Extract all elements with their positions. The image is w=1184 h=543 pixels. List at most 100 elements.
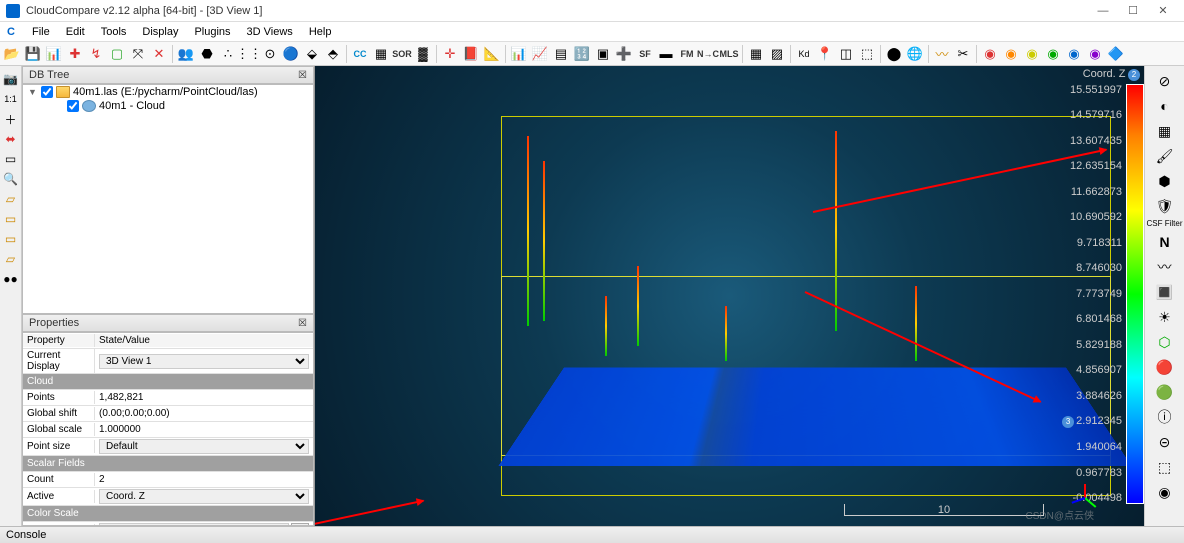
contrast-icon[interactable]: ◐ — [1154, 95, 1176, 117]
levels-icon[interactable]: 📊 — [44, 44, 64, 64]
sample-icon[interactable]: ⋮⋮ — [239, 44, 259, 64]
info-icon[interactable]: ⓘ — [1154, 406, 1176, 428]
menu-3dviews[interactable]: 3D Views — [239, 24, 301, 40]
iso1-icon[interactable]: ▭ — [2, 210, 20, 228]
3d-viewport[interactable]: Coord. Z 2 15.551997 14.579716 13.607435… — [315, 66, 1144, 526]
auto-icon[interactable]: ⬌ — [2, 130, 20, 148]
hex-icon[interactable]: ⬢ — [1154, 170, 1176, 192]
align-icon[interactable]: ⬙ — [302, 44, 322, 64]
primitive-icon[interactable]: ⬚ — [857, 44, 877, 64]
filter-icon[interactable]: ▓ — [413, 44, 433, 64]
multi-cube-icon[interactable]: 🔷 — [1106, 44, 1126, 64]
histogram-icon[interactable]: 📊 — [509, 44, 529, 64]
pick-icon[interactable]: ⊙ — [260, 44, 280, 64]
scissors-icon[interactable]: ✂ — [953, 44, 973, 64]
clone-icon[interactable]: 👥 — [176, 44, 196, 64]
menu-help[interactable]: Help — [301, 24, 340, 40]
sun-icon[interactable]: ☀ — [1154, 306, 1176, 328]
fm-tool[interactable]: FM — [677, 44, 697, 64]
classify-icon[interactable]: ▦ — [746, 44, 766, 64]
compass-n-icon[interactable]: N — [1154, 231, 1176, 253]
rgb-icon[interactable]: 🔴 — [1154, 356, 1176, 378]
record-icon[interactable]: ◉ — [1154, 481, 1176, 503]
save-icon[interactable]: 💾 — [23, 44, 43, 64]
point-size-select[interactable]: Default — [99, 439, 309, 454]
color-icon[interactable]: 🔵 — [281, 44, 301, 64]
brush-icon[interactable]: 🖌 — [1154, 145, 1176, 167]
center-icon[interactable]: ＋ — [2, 110, 20, 128]
shield-icon[interactable]: 🛡 — [1154, 195, 1176, 217]
tree-checkbox[interactable] — [41, 86, 53, 98]
iso3-icon[interactable]: ▱ — [2, 250, 20, 268]
ruler-icon[interactable]: 📐 — [482, 44, 502, 64]
mls-tool[interactable]: MLS — [719, 44, 739, 64]
globe-icon[interactable]: 🌐 — [905, 44, 925, 64]
current-display-select[interactable]: 3D View 1 — [99, 354, 309, 369]
classify2-icon[interactable]: ▨ — [767, 44, 787, 64]
calc-icon[interactable]: 🔢 — [572, 44, 592, 64]
camera-icon[interactable]: 📷 — [2, 70, 20, 88]
maximize-button[interactable]: ☐ — [1118, 1, 1148, 21]
plus-icon[interactable]: ➕ — [614, 44, 634, 64]
orange-cube-icon[interactable]: ◉ — [1001, 44, 1021, 64]
green-cube-icon[interactable]: ◉ — [1043, 44, 1063, 64]
frame-icon[interactable]: ⬚ — [1154, 456, 1176, 478]
menu-plugins[interactable]: Plugins — [186, 24, 238, 40]
expand-icon[interactable]: ▼ — [27, 87, 38, 98]
iso2-icon[interactable]: ▭ — [2, 230, 20, 248]
green-icon[interactable]: 🟢 — [1154, 381, 1176, 403]
tree-checkbox[interactable] — [67, 100, 79, 112]
cube-icon[interactable]: ◫ — [836, 44, 856, 64]
menu-edit[interactable]: Edit — [58, 24, 93, 40]
book-icon[interactable]: 📕 — [461, 44, 481, 64]
persp-icon[interactable]: ▱ — [2, 190, 20, 208]
expand-icon[interactable] — [53, 101, 64, 112]
wave-icon[interactable]: 〰 — [932, 44, 952, 64]
cc-icon[interactable]: CC — [350, 44, 370, 64]
purple-cube-icon[interactable]: ◉ — [1085, 44, 1105, 64]
close-button[interactable]: ✕ — [1148, 1, 1178, 21]
colorscale-edit-button[interactable]: ⚙ — [291, 523, 309, 526]
properties-close-icon[interactable]: ☒ — [298, 318, 307, 329]
mesh-icon[interactable]: 〰 — [1154, 256, 1176, 278]
ortho-icon[interactable]: ▭ — [2, 150, 20, 168]
active-sf-select[interactable]: Coord. Z — [99, 489, 309, 504]
grid-tool-icon[interactable]: ▦ — [1154, 120, 1176, 142]
compass-icon[interactable]: ✛ — [440, 44, 460, 64]
red-cube-icon[interactable]: ◉ — [980, 44, 1000, 64]
menu-tools[interactable]: Tools — [93, 24, 135, 40]
db-tree[interactable]: ▼ 40m1.las (E:/pycharm/PointCloud/las) 4… — [22, 84, 314, 314]
menu-file[interactable]: File — [24, 24, 58, 40]
tree-row[interactable]: ▼ 40m1.las (E:/pycharm/PointCloud/las) — [23, 85, 313, 99]
nc-tool[interactable]: N→C — [698, 44, 718, 64]
grid-icon[interactable]: ▦ — [371, 44, 391, 64]
subsample-icon[interactable]: ∴ — [218, 44, 238, 64]
box-icon[interactable]: ▣ — [593, 44, 613, 64]
stats-icon[interactable]: ▤ — [551, 44, 571, 64]
open-icon[interactable]: 📂 — [2, 44, 22, 64]
sf-tool[interactable]: SF — [635, 44, 655, 64]
square-icon[interactable]: ▢ — [107, 44, 127, 64]
cloud-tool-icon[interactable]: 🔳 — [1154, 281, 1176, 303]
merge-icon[interactable]: ⬣ — [197, 44, 217, 64]
zoom-icon[interactable]: 🔍 — [2, 170, 20, 188]
point-icon[interactable]: ✚ — [65, 44, 85, 64]
kd-icon[interactable]: Kd — [794, 44, 814, 64]
menu-display[interactable]: Display — [134, 24, 186, 40]
stereo-icon[interactable]: ●● — [2, 270, 20, 288]
disable-icon[interactable]: ⊘ — [1154, 70, 1176, 92]
minimize-button[interactable]: — — [1088, 1, 1118, 21]
translate-icon[interactable]: ⤧ — [128, 44, 148, 64]
blue-cube-icon[interactable]: ◉ — [1064, 44, 1084, 64]
one-to-one-icon[interactable]: 1:1 — [2, 90, 20, 108]
sphere-icon[interactable]: ⬤ — [884, 44, 904, 64]
dbtree-close-icon[interactable]: ☒ — [298, 70, 307, 81]
colorscale-select[interactable]: Blue>Green>Yellow>Red — [99, 523, 289, 526]
yellow-cube-icon[interactable]: ◉ — [1022, 44, 1042, 64]
register-icon[interactable]: ⬘ — [323, 44, 343, 64]
chart-icon[interactable]: 📈 — [530, 44, 550, 64]
minus-icon[interactable]: ⊝ — [1154, 431, 1176, 453]
tree-row[interactable]: 40m1 - Cloud — [23, 99, 313, 113]
marker-icon[interactable]: 📍 — [815, 44, 835, 64]
polyline-icon[interactable]: ↯ — [86, 44, 106, 64]
